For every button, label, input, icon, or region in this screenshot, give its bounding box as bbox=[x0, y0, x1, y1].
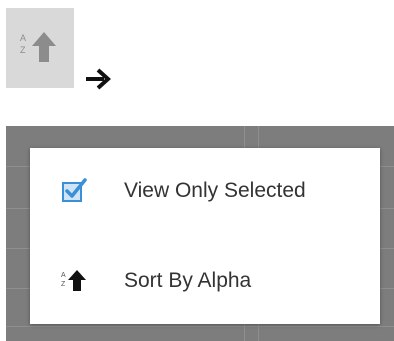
sort-alpha-ascending-icon: A Z bbox=[20, 32, 56, 62]
overflow-menu-popup: View Only Selected A Z Sort By Alpha bbox=[30, 148, 380, 324]
checked-checkbox-icon bbox=[62, 178, 87, 202]
sort-alpha-ascending-icon: A Z bbox=[61, 270, 86, 291]
sort-letter-a: A bbox=[61, 272, 66, 279]
sort-alpha-button[interactable]: A Z bbox=[6, 8, 74, 88]
arrow-right-icon bbox=[86, 68, 111, 90]
sort-arrow-up bbox=[32, 32, 56, 62]
sort-arrow-up bbox=[68, 270, 86, 291]
menu-item-label: View Only Selected bbox=[124, 179, 306, 202]
menu-item-label: Sort By Alpha bbox=[124, 269, 252, 292]
sort-letter-a: A bbox=[20, 33, 26, 43]
sort-letter-z: Z bbox=[61, 281, 66, 288]
sort-letter-z: Z bbox=[20, 45, 26, 55]
menu-item-sort-by-alpha[interactable]: A Z Sort By Alpha bbox=[30, 246, 380, 316]
menu-item-view-only-selected[interactable]: View Only Selected bbox=[30, 156, 380, 226]
